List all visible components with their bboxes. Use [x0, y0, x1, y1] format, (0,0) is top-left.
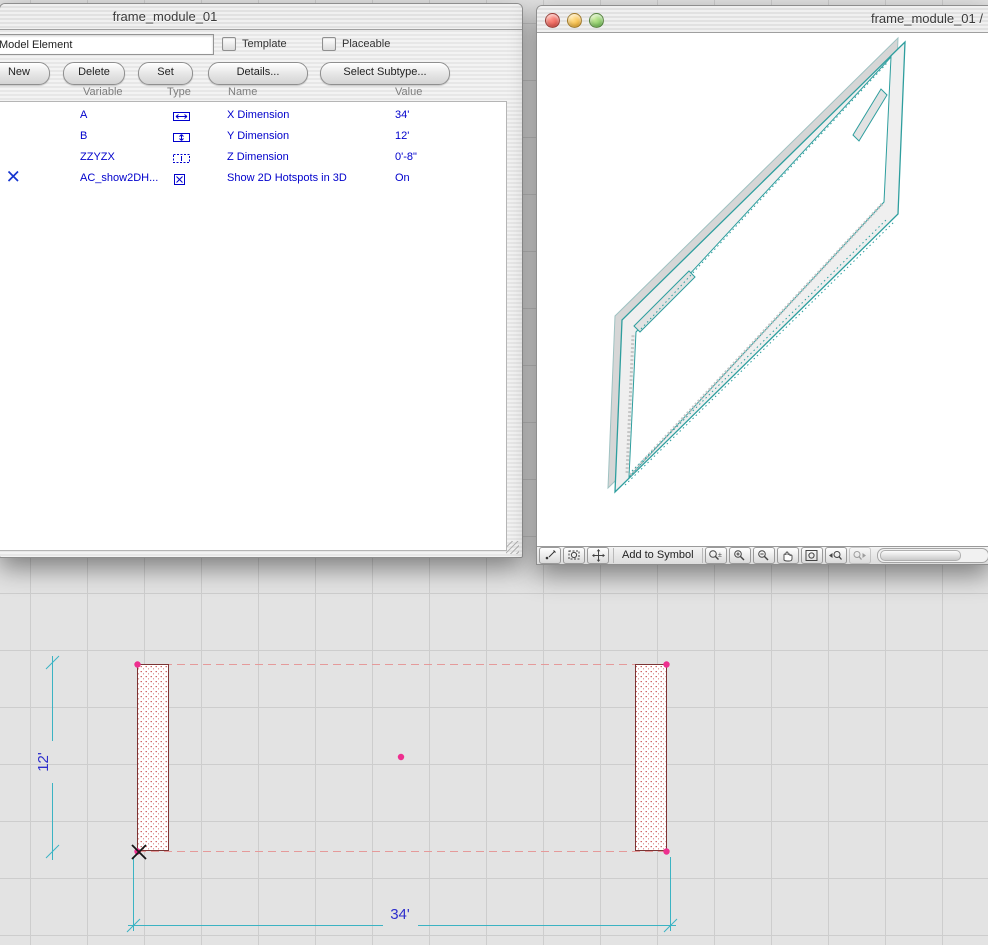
row-value[interactable]: 0'-8"	[395, 151, 417, 163]
template-checkbox-box[interactable]	[222, 37, 236, 51]
left-post-element[interactable]	[137, 664, 169, 851]
row-name[interactable]: Z Dimension	[227, 151, 289, 163]
marquee-zoom-icon[interactable]	[563, 547, 585, 564]
column-header-name: Name	[228, 86, 258, 98]
hotspot-markers[interactable]	[134, 661, 670, 855]
zoom-in-icon[interactable]	[728, 547, 751, 564]
parameter-list: A X Dimension 34' B Y Dimension 12' ZZYZ…	[0, 101, 507, 551]
hand-pan-icon[interactable]	[776, 547, 799, 564]
x-dimension-type-icon	[173, 110, 190, 126]
select-subtype-button[interactable]: Select Subtype...	[320, 62, 450, 85]
new-button[interactable]: New	[0, 62, 50, 85]
parameter-window-title: frame_module_01	[112, 9, 218, 24]
subtype-name-field[interactable]	[0, 34, 214, 55]
3d-view-window: frame_module_01 / Add to Symbol ±	[536, 5, 988, 565]
zoom-percent-icon[interactable]: ±	[704, 547, 727, 564]
window-resize-grip[interactable]	[506, 541, 519, 554]
row-variable[interactable]: AC_show2DH...	[80, 172, 158, 184]
zoom-button[interactable]	[589, 13, 604, 28]
close-button[interactable]	[545, 13, 560, 28]
z-dimension-type-icon	[173, 152, 190, 168]
template-checkbox[interactable]: Template	[222, 37, 287, 51]
horizontal-scrollbar-thumb[interactable]	[879, 550, 962, 561]
column-header-type: Type	[167, 86, 191, 98]
column-header-value: Value	[395, 86, 423, 98]
horizontal-scrollbar[interactable]	[876, 548, 988, 563]
boolean-type-icon	[173, 173, 186, 189]
y-dimension-type-icon	[173, 131, 190, 147]
zoom-out-icon[interactable]	[752, 547, 775, 564]
svg-text:±: ±	[718, 552, 722, 559]
right-post-element[interactable]	[635, 664, 667, 851]
row-name[interactable]: Y Dimension	[227, 130, 289, 142]
pan-tool-icon[interactable]	[587, 547, 609, 564]
parameter-row[interactable]: ZZYZX Z Dimension 0'-8"	[0, 147, 506, 168]
parameter-window-titlebar[interactable]: frame_module_01	[0, 4, 522, 30]
next-zoom-icon[interactable]	[848, 547, 871, 564]
vertical-dimension-label: 12'	[35, 752, 52, 772]
placeable-checkbox-box[interactable]	[322, 37, 336, 51]
set-button[interactable]: Set	[138, 62, 193, 85]
horizontal-dimension-label: 34'	[390, 906, 410, 923]
parameter-row[interactable]: B Y Dimension 12'	[0, 126, 506, 147]
row-value[interactable]: On	[395, 172, 410, 184]
view-bottom-toolbar: Add to Symbol ±	[537, 546, 988, 564]
row-variable[interactable]: A	[80, 109, 87, 121]
placeable-checkbox-label: Placeable	[342, 38, 391, 50]
row-variable[interactable]: ZZYZX	[80, 151, 115, 163]
3d-viewport[interactable]	[537, 33, 988, 547]
placeable-checkbox[interactable]: Placeable	[322, 37, 390, 51]
row-value[interactable]: 34'	[395, 109, 409, 121]
row-value[interactable]: 12'	[395, 130, 409, 142]
view-window-titlebar[interactable]: frame_module_01 /	[537, 6, 988, 33]
delete-button[interactable]: Delete	[63, 62, 125, 85]
details-button[interactable]: Details...	[208, 62, 308, 85]
3d-frame-drawing	[607, 36, 906, 494]
row-name[interactable]: X Dimension	[227, 109, 289, 121]
parameter-editor-window: frame_module_01 Template Placeable New D…	[0, 3, 523, 558]
add-to-symbol-button[interactable]: Add to Symbol	[613, 548, 703, 563]
parameter-row[interactable]: A X Dimension 34'	[0, 105, 506, 126]
row-variable[interactable]: B	[80, 130, 87, 142]
view-window-title: frame_module_01 /	[870, 11, 983, 26]
parameter-row[interactable]: AC_show2DH... Show 2D Hotspots in 3D On	[0, 168, 506, 189]
desktop-grid-canvas: 12' 34' frame_module_01 Template	[0, 0, 988, 945]
template-checkbox-label: Template	[242, 38, 287, 50]
fit-in-window-icon[interactable]	[800, 547, 823, 564]
row-name[interactable]: Show 2D Hotspots in 3D	[227, 172, 347, 184]
minimize-button[interactable]	[567, 13, 582, 28]
selected-row-marker-icon	[7, 170, 20, 188]
hotspot-edit-icon[interactable]	[539, 547, 561, 564]
column-header-variable: Variable	[83, 86, 123, 98]
previous-zoom-icon[interactable]	[824, 547, 847, 564]
